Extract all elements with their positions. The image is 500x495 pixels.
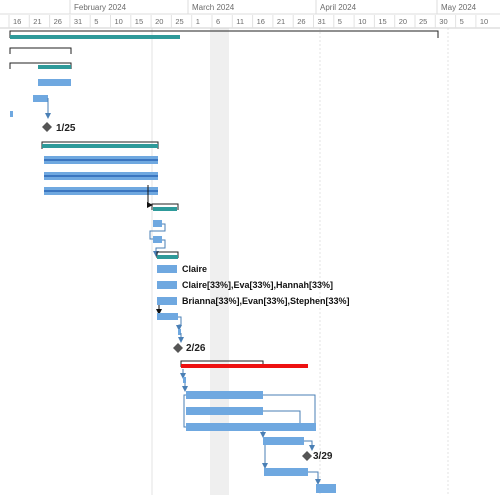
day-label: 31 <box>318 17 326 26</box>
day-label: 30 <box>439 17 447 26</box>
task-bar[interactable] <box>10 111 13 117</box>
task-bar[interactable] <box>157 313 178 320</box>
task-bar[interactable] <box>183 377 186 383</box>
day-label: 20 <box>155 17 163 26</box>
task-bar[interactable] <box>316 484 336 493</box>
task-bar[interactable] <box>157 265 177 273</box>
day-label: 5 <box>338 17 342 26</box>
dependency-link <box>183 394 186 428</box>
task-bar[interactable] <box>186 407 263 415</box>
milestone-diamond[interactable] <box>302 451 312 461</box>
day-label: 15 <box>135 17 143 26</box>
summary-bar[interactable] <box>38 65 71 69</box>
summary-bar[interactable] <box>153 207 177 211</box>
month-label: May 2024 <box>441 3 477 12</box>
day-label: 5 <box>94 17 98 26</box>
task-bar[interactable] <box>186 423 316 431</box>
dependency-link <box>263 410 301 423</box>
day-label: 26 <box>54 17 62 26</box>
dependency-link <box>176 316 182 331</box>
day-label: 21 <box>277 17 285 26</box>
day-label: 6 <box>216 17 220 26</box>
day-label: 26 <box>297 17 305 26</box>
dependency-link <box>263 394 316 423</box>
milestone-label: 3/29 <box>313 451 333 462</box>
task-bar[interactable] <box>263 437 304 445</box>
day-label: 10 <box>115 17 123 26</box>
summary-bar[interactable] <box>10 35 180 39</box>
resource-label: Claire <box>182 264 207 274</box>
day-label: 11 <box>236 17 244 26</box>
day-label: 31 <box>74 17 82 26</box>
task-bar[interactable] <box>186 391 263 399</box>
dependency-link <box>304 440 315 451</box>
milestone-diamond[interactable] <box>42 122 52 132</box>
gantt-chart: February 2024 March 2024 April 2024 May … <box>0 0 500 495</box>
day-label: 16 <box>257 17 265 26</box>
day-label: 16 <box>13 17 21 26</box>
task-bar[interactable] <box>153 236 162 243</box>
task-bar[interactable] <box>264 468 308 476</box>
month-label: April 2024 <box>320 3 357 12</box>
task-bar[interactable] <box>33 95 48 102</box>
task-bar[interactable] <box>38 79 71 86</box>
milestone-label: 1/25 <box>56 123 76 134</box>
day-label: 5 <box>460 17 464 26</box>
day-label: 25 <box>419 17 427 26</box>
day-label: 25 <box>175 17 183 26</box>
summary-bar[interactable] <box>157 255 178 259</box>
month-label: February 2024 <box>74 3 127 12</box>
task-bar[interactable] <box>157 297 177 305</box>
day-label: 20 <box>399 17 407 26</box>
summary-bracket[interactable] <box>9 47 72 54</box>
timescale-header: February 2024 March 2024 April 2024 May … <box>0 0 500 29</box>
resource-label: Brianna[33%],Evan[33%],Stephen[33%] <box>182 296 350 306</box>
milestone-label: 2/26 <box>186 343 206 354</box>
dependency-link <box>308 471 321 485</box>
day-label: 10 <box>358 17 366 26</box>
month-label: March 2024 <box>192 3 235 12</box>
milestone-diamond[interactable] <box>173 343 183 353</box>
resource-label: Claire[33%],Eva[33%],Hannah[33%] <box>182 280 333 290</box>
critical-summary-bar[interactable] <box>181 364 308 368</box>
task-bar[interactable] <box>153 220 162 227</box>
day-label: 15 <box>378 17 386 26</box>
summary-bar[interactable] <box>42 144 158 148</box>
task-bar[interactable] <box>157 281 177 289</box>
day-label: 1 <box>196 17 200 26</box>
day-label: 21 <box>33 17 41 26</box>
day-label: 10 <box>480 17 488 26</box>
